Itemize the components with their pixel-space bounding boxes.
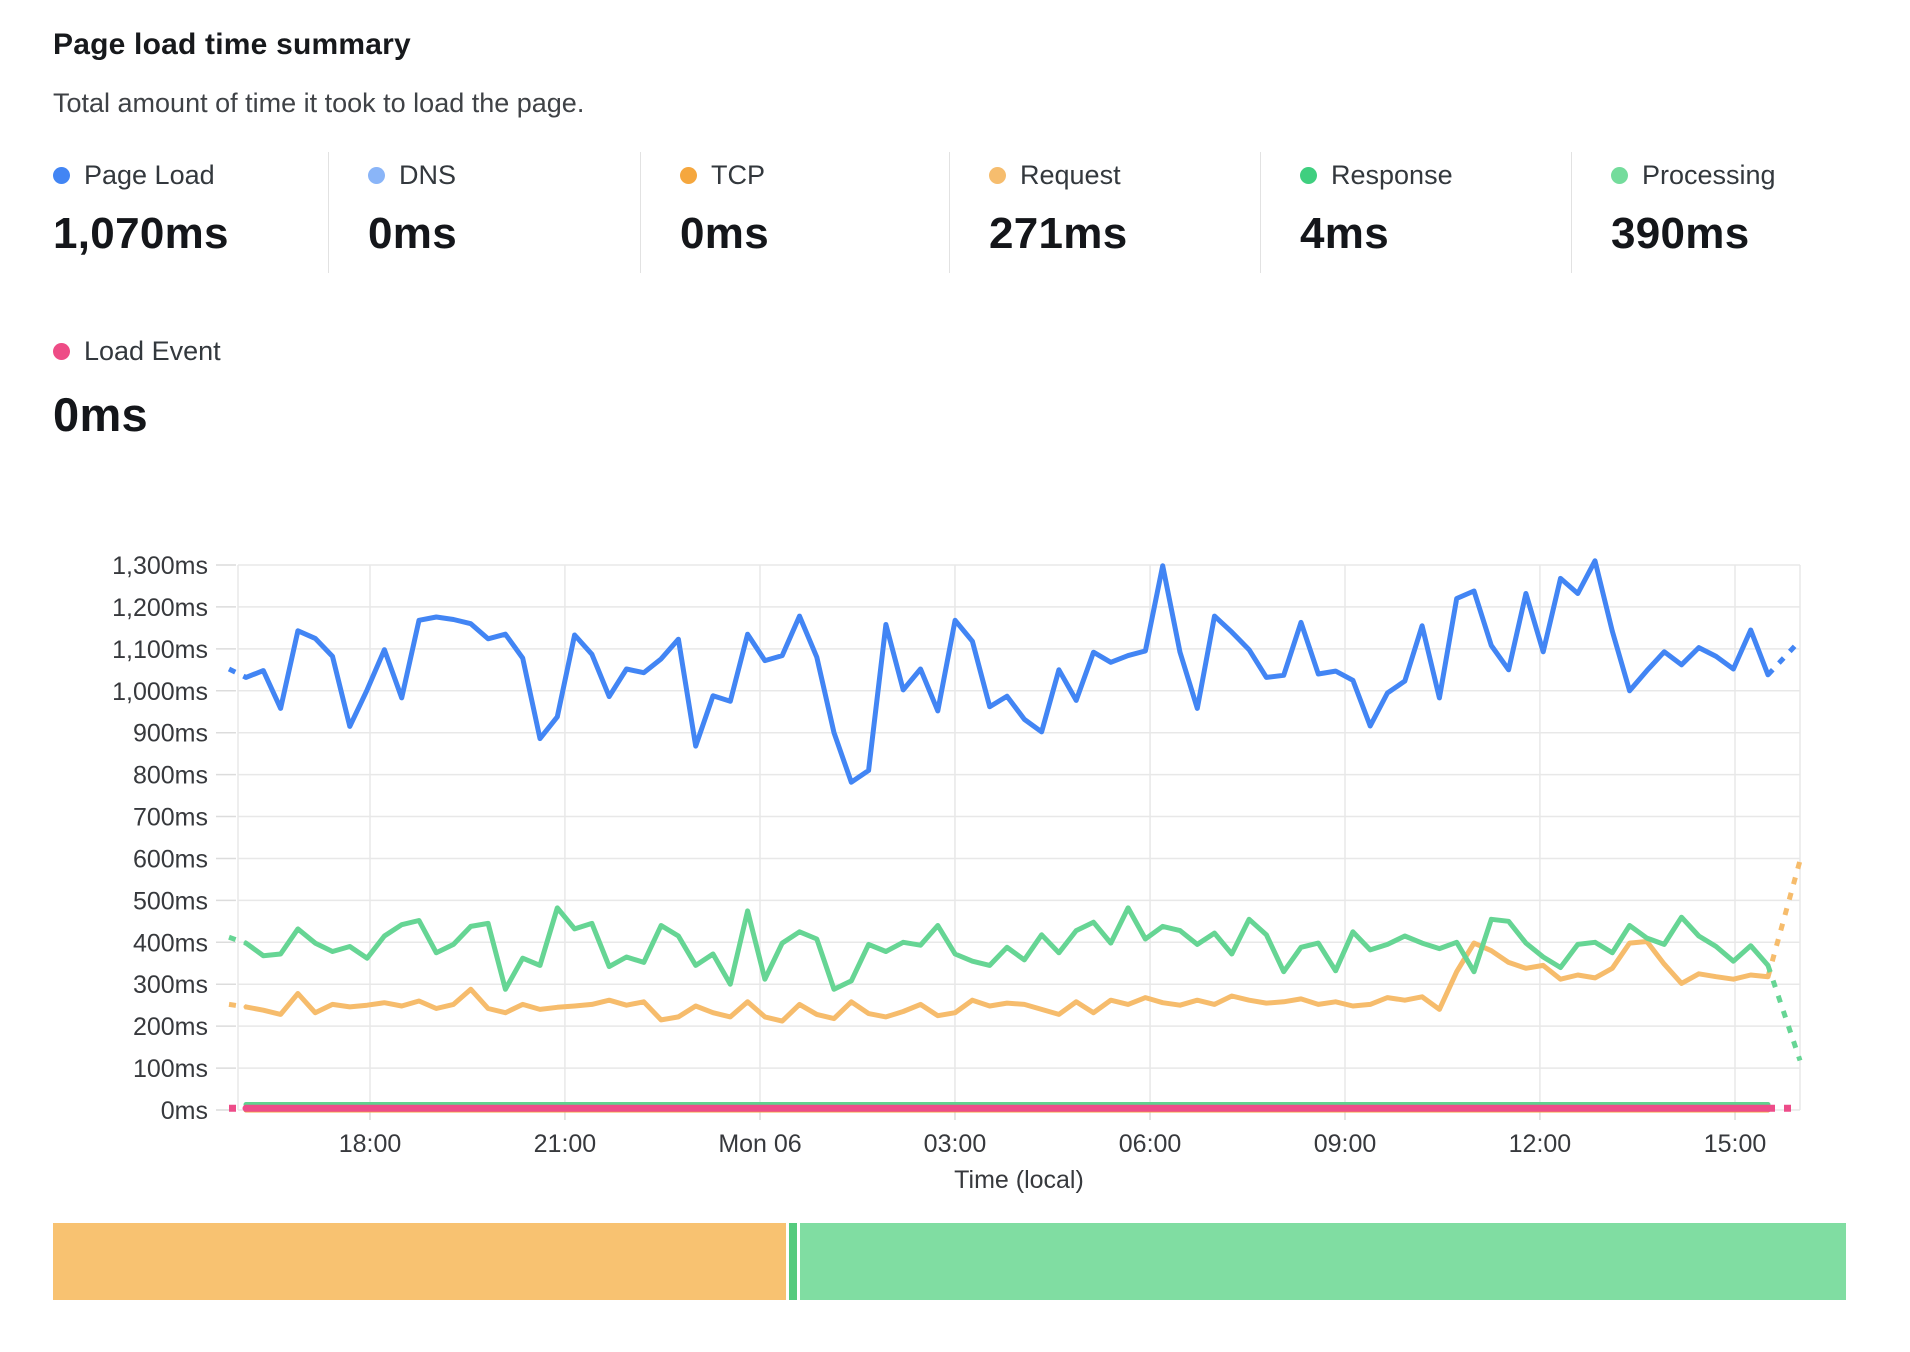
- phase-summary-bar: [53, 1223, 1852, 1300]
- x-axis-tick-label: 18:00: [339, 1130, 402, 1158]
- y-axis-tick-label: 200ms: [133, 1013, 208, 1041]
- request-series-end-dash: [1768, 861, 1800, 977]
- y-axis-tick-label: 1,100ms: [112, 636, 208, 664]
- x-axis-tick-label: Mon 06: [718, 1130, 801, 1158]
- load-time-chart: 0ms 100ms 200ms 300ms 400ms 500ms 600ms 700ms 80…: [0, 0, 1910, 1352]
- x-axis-tick-label: 15:00: [1704, 1130, 1767, 1158]
- y-axis-tick-label: 300ms: [133, 971, 208, 999]
- x-axis-tick-label: 12:00: [1509, 1130, 1572, 1158]
- y-axis-tick-label: 600ms: [133, 845, 208, 873]
- y-axis-tick-label: 400ms: [133, 929, 208, 957]
- y-axis-tick-label: 900ms: [133, 720, 208, 748]
- y-axis-tick-label: 1,000ms: [112, 678, 208, 706]
- page-load-series-end-dash: [1768, 641, 1800, 675]
- x-axis-tick-label: 21:00: [534, 1130, 597, 1158]
- y-axis-tick-label: 500ms: [133, 887, 208, 915]
- y-axis-tick-label: 100ms: [133, 1055, 208, 1083]
- processing-phase-segment: [800, 1223, 1847, 1300]
- y-axis-tick-label: 1,200ms: [112, 594, 208, 622]
- y-axis-tick-label: 700ms: [133, 804, 208, 832]
- x-axis-tick-label: 06:00: [1119, 1130, 1182, 1158]
- y-axis-tick-label: 0ms: [161, 1097, 208, 1125]
- request-phase-segment: [53, 1223, 786, 1300]
- phase-divider-segment: [789, 1223, 797, 1300]
- y-axis-tick-label: 1,300ms: [112, 552, 208, 580]
- x-axis-tick-label: 03:00: [924, 1130, 987, 1158]
- y-axis-tick-label: 800ms: [133, 762, 208, 790]
- x-axis-tick-label: 09:00: [1314, 1130, 1377, 1158]
- processing-series-end-dash: [1768, 965, 1800, 1060]
- x-axis-title: Time (local): [954, 1166, 1084, 1194]
